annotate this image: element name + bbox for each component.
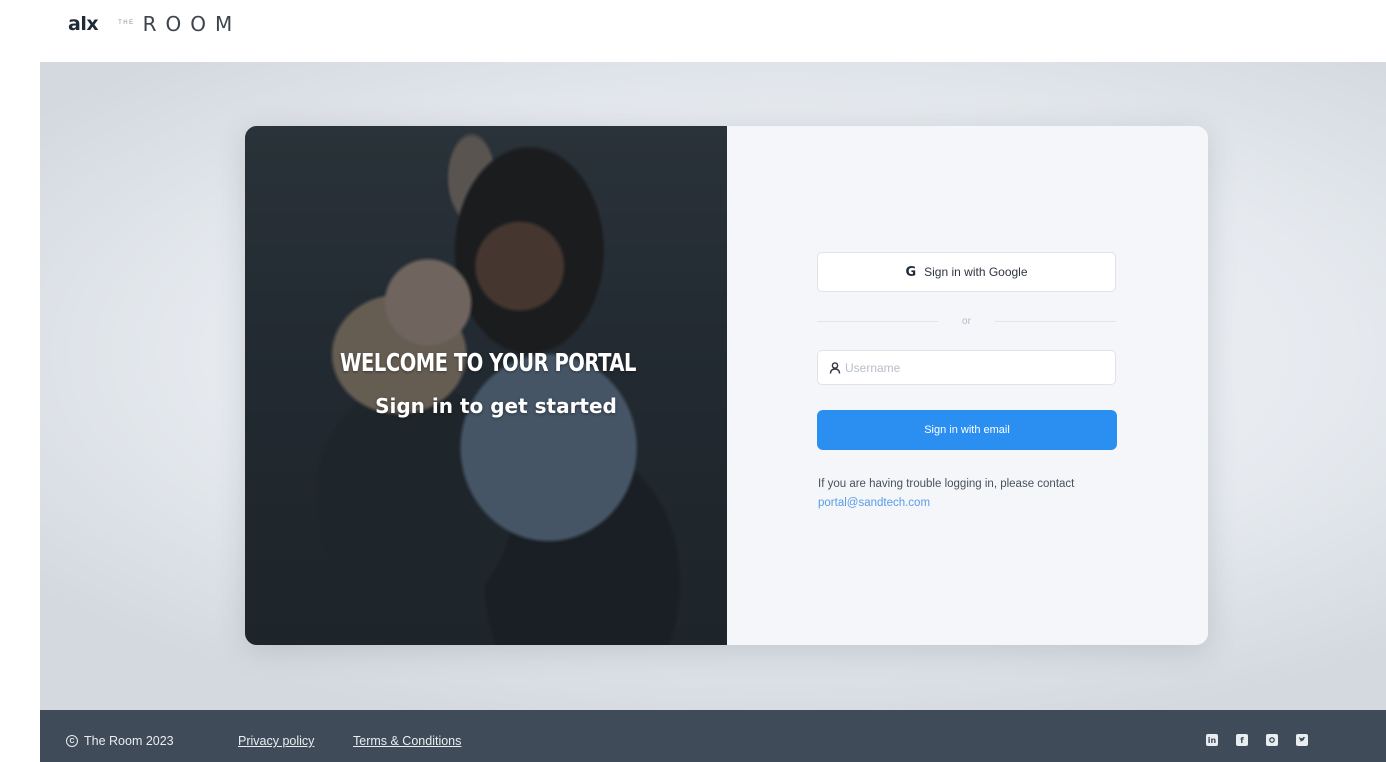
linkedin-icon[interactable]: in (1206, 734, 1218, 746)
support-email-link[interactable]: portal@sandtech.com (818, 497, 930, 509)
or-divider: or (817, 314, 1116, 328)
login-form-pane (727, 126, 1208, 645)
divider-label: or (962, 315, 971, 327)
facebook-icon[interactable]: f (1236, 734, 1248, 746)
twitter-icon[interactable] (1296, 734, 1308, 746)
email-signin-label: Sign in with email (924, 424, 1010, 436)
terms-link[interactable]: Terms & Conditions (353, 734, 461, 748)
copyright-text: The Room 2023 (84, 734, 174, 748)
hero-subtitle: Sign in to get started (375, 394, 617, 418)
hero-text: WELCOME TO YOUR PORTAL Sign in to get st… (245, 348, 727, 418)
logo-the: THE (118, 20, 135, 26)
room-logo: ROOM (142, 12, 242, 36)
username-field[interactable] (817, 350, 1116, 385)
privacy-policy-link[interactable]: Privacy policy (238, 734, 314, 748)
copyright-icon: C (66, 735, 78, 747)
help-text: If you are having trouble logging in, pl… (818, 478, 1075, 490)
user-icon (828, 361, 842, 375)
login-card: WELCOME TO YOUR PORTAL Sign in to get st… (245, 126, 1208, 645)
hero-photo: WELCOME TO YOUR PORTAL Sign in to get st… (245, 126, 727, 645)
social-links: in f (1206, 734, 1308, 746)
email-signin-button[interactable]: Sign in with email (817, 410, 1117, 450)
hero-title: WELCOME TO YOUR PORTAL (340, 348, 636, 377)
copyright: C The Room 2023 (66, 734, 174, 748)
divider-line-left (817, 320, 939, 322)
help-message: If you are having trouble logging in, pl… (818, 475, 1128, 513)
divider-line-right (994, 320, 1116, 322)
alx-logo: alx (68, 13, 99, 35)
username-input[interactable] (845, 360, 1095, 375)
instagram-icon[interactable] (1266, 734, 1278, 746)
top-bar: alx THE ROOM (0, 0, 1386, 62)
google-signin-button[interactable]: G Sign in with Google (817, 252, 1116, 292)
brand-logo[interactable]: alx THE ROOM (68, 12, 241, 36)
footer: C The Room 2023 Privacy policy Terms & C… (40, 710, 1386, 762)
google-signin-label: Sign in with Google (924, 265, 1028, 279)
google-icon: G (905, 264, 917, 280)
